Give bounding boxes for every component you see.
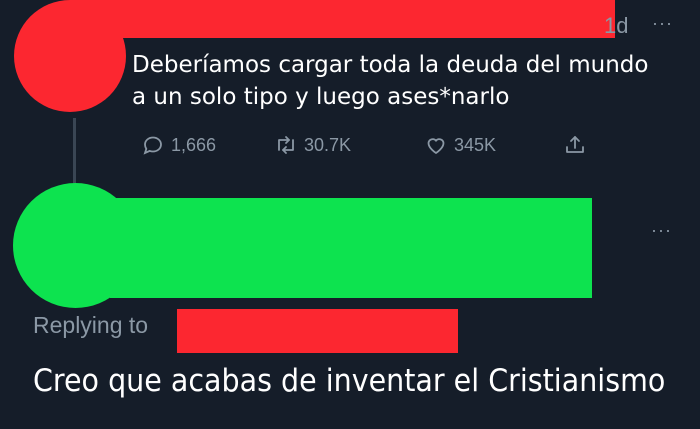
username-redaction-green <box>110 198 592 298</box>
tweet-text: Deberíamos cargar toda la deuda del mund… <box>132 49 697 113</box>
thread-connector-line <box>73 118 76 188</box>
like-icon <box>427 138 445 155</box>
tweet-text-line-1: Deberíamos cargar toda la deuda del mund… <box>132 52 649 78</box>
reply-icon <box>143 136 162 155</box>
retweet-icon <box>278 136 294 154</box>
reply-caption-text: Creo que acabas de inventar el Cristiani… <box>33 363 666 399</box>
reply-action[interactable]: 1,666 <box>141 133 216 157</box>
replying-to-label: Replying to <box>33 312 149 338</box>
retweet-count: 30.7K <box>304 134 352 155</box>
tweet-more-options-icon[interactable]: ··· <box>652 13 673 34</box>
tweet-timestamp[interactable]: 1d <box>604 13 628 39</box>
replying-to-handle-redaction[interactable] <box>177 309 458 353</box>
tweet-actions-bar: 1,666 30.7K 345K <box>141 133 601 159</box>
share-icon <box>566 136 584 153</box>
reply-more-options-icon[interactable]: ··· <box>651 220 672 241</box>
share-action[interactable] <box>563 133 587 157</box>
retweet-action[interactable]: 30.7K <box>274 133 351 157</box>
username-redaction-red <box>70 0 615 38</box>
tweet-text-line-2: a un solo tipo y luego ases*narlo <box>132 84 510 110</box>
reply-count: 1,666 <box>171 134 217 155</box>
like-action[interactable]: 345K <box>424 133 496 157</box>
like-count: 345K <box>454 134 497 155</box>
